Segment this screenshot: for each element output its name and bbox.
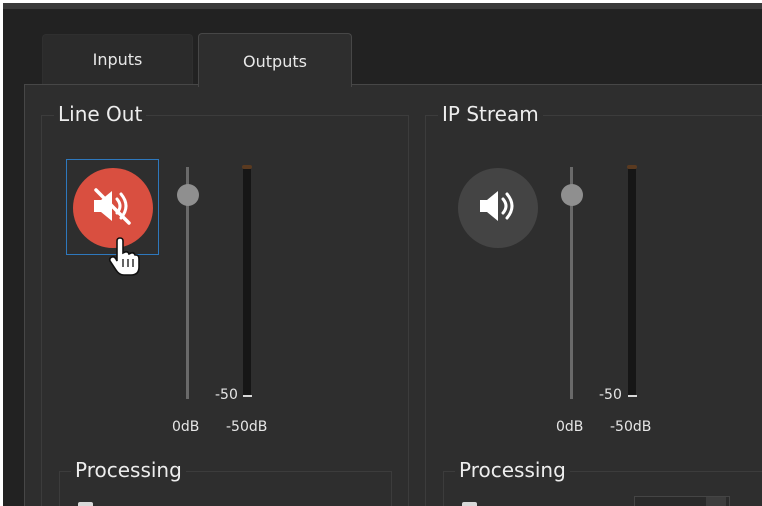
line-out-mute-button[interactable] [73,168,153,248]
ip-stream-processing-title: Processing [455,458,570,482]
ip-stream-processing-spinner[interactable] [706,497,726,506]
app-frame: Inputs Outputs Line Out -50 0dB -50dB Pr… [3,3,762,506]
line-out-meter-peak [242,165,252,169]
hand-cursor-icon [107,237,141,281]
line-out-processing-title: Processing [71,458,186,482]
tab-outputs[interactable]: Outputs [198,33,352,87]
line-out-meter-tick [243,395,252,397]
ip-stream-mute-button[interactable] [458,168,538,248]
ip-stream-title: IP Stream [438,102,543,126]
ip-stream-meter-peak [627,165,637,169]
ip-stream-meter-tick-label: -50 [599,387,622,403]
line-out-volume-knob[interactable] [177,184,199,206]
ip-stream-slider-label: 0dB [556,419,584,435]
ip-stream-processing-checkbox[interactable] [462,502,477,506]
line-out-level-meter [243,167,251,397]
line-out-slider-label: 0dB [172,419,200,435]
line-out-meter-label: -50dB [226,419,268,435]
ip-stream-meter-label: -50dB [610,419,652,435]
ip-stream-level-meter [628,167,636,397]
line-out-meter-tick-label: -50 [215,387,238,403]
ip-stream-volume-knob[interactable] [561,184,583,206]
top-bar [3,3,762,9]
tab-inputs[interactable]: Inputs [42,34,193,86]
speaker-muted-icon [90,186,136,230]
speaker-icon [476,186,520,230]
line-out-processing-checkbox[interactable] [78,502,93,506]
line-out-title: Line Out [54,102,147,126]
ip-stream-meter-tick [628,395,637,397]
